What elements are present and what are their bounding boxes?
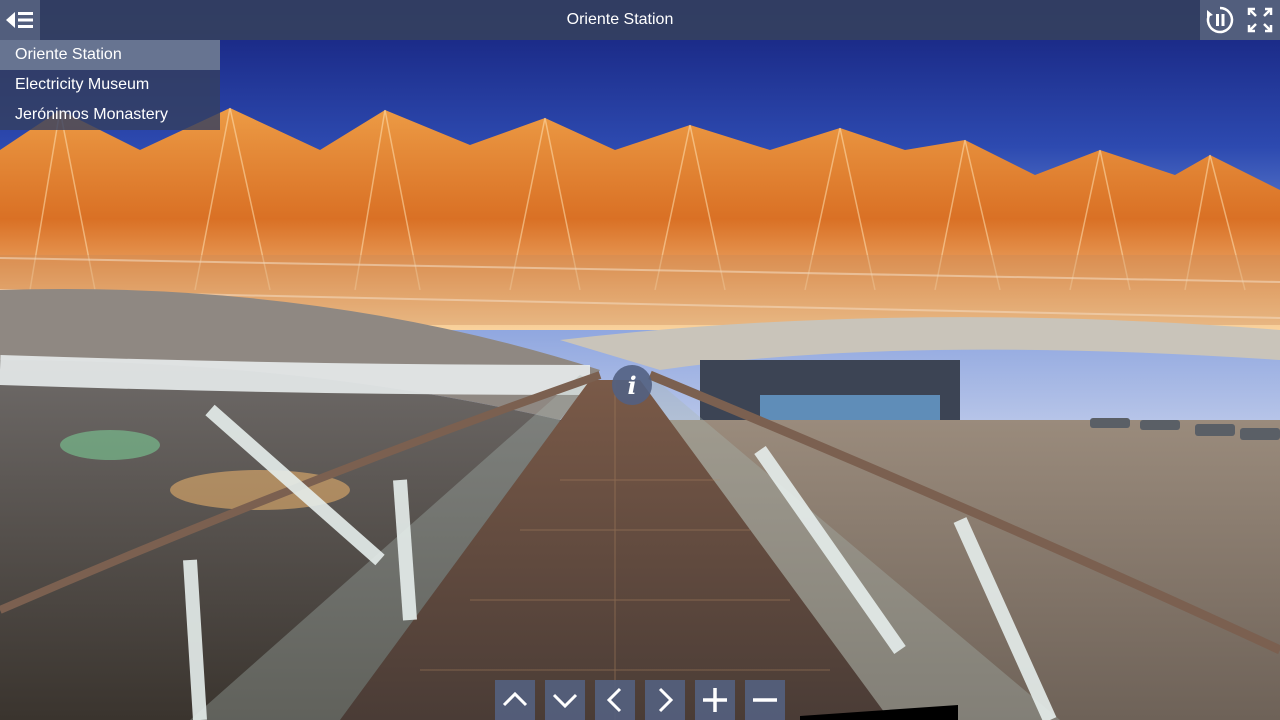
chevron-right-icon [658,687,674,713]
scene-item-electricity-museum[interactable]: Electricity Museum [0,70,220,100]
fullscreen-button[interactable] [1240,0,1280,40]
view-controls [495,680,785,720]
scene-list-toggle-button[interactable] [0,0,40,40]
scene-item-oriente-station[interactable]: Oriente Station [0,40,220,70]
look-up-button[interactable] [495,680,535,720]
info-hotspot[interactable]: i [612,365,652,405]
top-right-controls [1200,0,1280,40]
zoom-in-button[interactable] [695,680,735,720]
panorama-viewer[interactable]: Oriente Station Oriente Station Electric… [0,0,1280,720]
chevron-up-icon [502,691,528,707]
scene-list: Oriente Station Electricity Museum Jerón… [0,40,220,130]
pause-autorotate-icon [1206,6,1234,34]
look-right-button[interactable] [645,680,685,720]
chevron-down-icon [552,693,578,709]
plus-icon [703,688,727,712]
zoom-out-button[interactable] [745,680,785,720]
sidebar-collapse-icon [6,12,33,28]
look-down-button[interactable] [545,680,585,720]
minus-icon [753,698,777,702]
top-bar: Oriente Station [0,0,1280,40]
info-icon: i [627,370,637,400]
scene-item-jeronimos-monastery[interactable]: Jerónimos Monastery [0,100,220,130]
fullscreen-icon [1247,7,1273,33]
look-left-button[interactable] [595,680,635,720]
chevron-left-icon [606,687,622,713]
page-title: Oriente Station [566,11,674,28]
autorotate-toggle-button[interactable] [1200,0,1240,40]
